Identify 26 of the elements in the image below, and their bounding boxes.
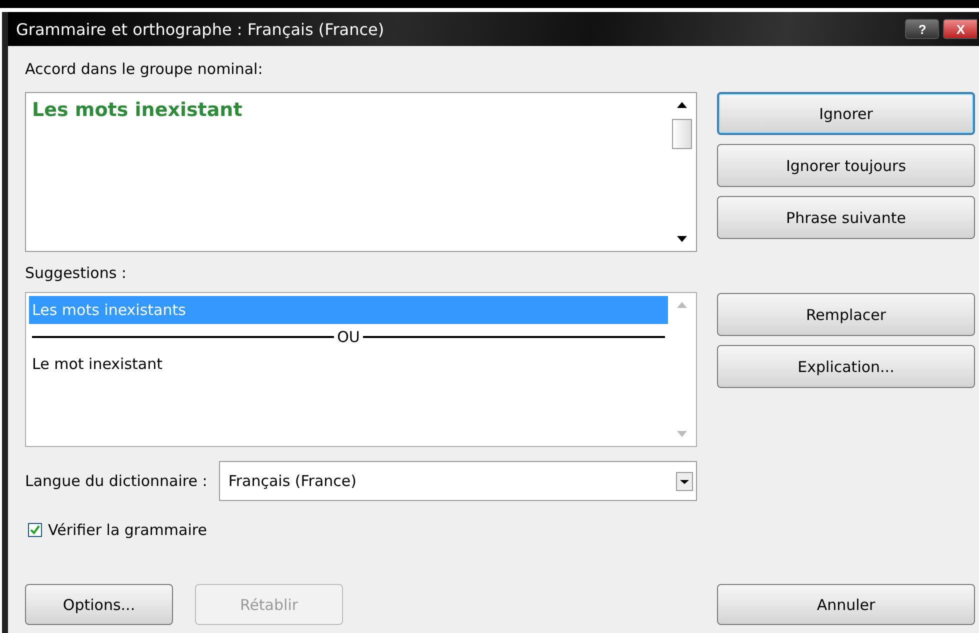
error-text: Les mots inexistant [31,98,244,123]
down-arrow-icon [677,430,687,438]
down-arrow-icon[interactable] [677,235,687,243]
window-title: Grammaire et orthographe : Français (France) [16,20,386,38]
suggestion-item[interactable]: Le mot inexistant [29,350,668,378]
help-button[interactable]: ? [905,19,940,39]
action-button[interactable]: Options... [25,584,173,625]
cancel-button[interactable]: Annuler [717,584,975,625]
action-button[interactable]: Explication... [717,345,975,388]
dictionary-label: Langue du dictionnaire : [25,472,208,490]
close-button[interactable]: X [943,19,977,39]
language-dropdown[interactable]: Français (France) [219,461,697,501]
action-button[interactable]: Phrase suivante [717,196,975,239]
scroll-thumb[interactable] [672,119,692,149]
suggestions-list[interactable]: Les mots inexistants OU Le mot inexistant [25,292,697,447]
action-button[interactable]: Remplacer [717,293,975,336]
action-button[interactable]: Ignorer [717,92,975,135]
checkbox[interactable] [28,523,42,537]
action-button[interactable]: Ignorer toujours [717,144,975,187]
up-arrow-icon [677,301,687,309]
error-text-box[interactable]: Les mots inexistant [25,92,697,252]
up-arrow-icon[interactable] [677,101,687,109]
error-type-label: Accord dans le groupe nominal: [25,60,264,78]
separator-text: OU [337,328,360,346]
checkbox-label: Vérifier la grammaire [48,521,207,539]
suggestions-label: Suggestions : [25,264,128,282]
